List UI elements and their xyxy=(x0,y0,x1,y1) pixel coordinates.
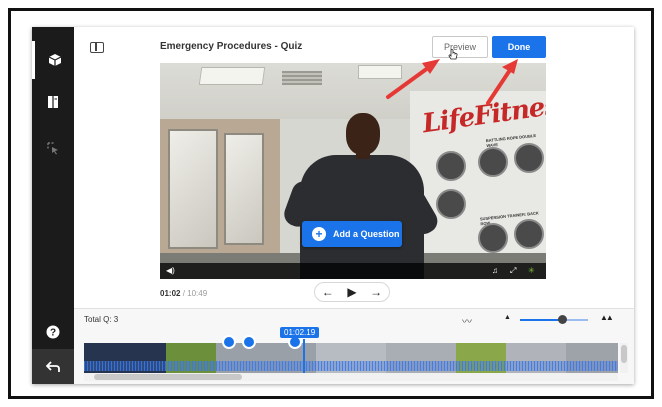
volume-icon[interactable]: ◀) xyxy=(166,266,175,275)
zoom-out-icon[interactable]: ▲ xyxy=(504,314,511,321)
video-scene xyxy=(478,147,508,177)
timeline-panel: Total Q: 3 〰 ▲ ▲▲ 01:02.19 xyxy=(74,308,634,384)
annotation-arrow-preview xyxy=(386,59,440,99)
fullscreen-icon[interactable]: ⤢ xyxy=(510,266,516,276)
video-scene xyxy=(168,129,218,249)
quiz-editor-window: ? Emergency Procedures - Quiz Preview Do… xyxy=(32,27,634,384)
time-display: 01:02 / 10:49 xyxy=(160,289,207,298)
add-question-label: Add a Question xyxy=(333,229,400,239)
add-question-button[interactable]: + Add a Question xyxy=(302,221,402,247)
timeline-filmstrip[interactable] xyxy=(84,343,618,373)
playhead[interactable] xyxy=(303,339,305,373)
annotation-arrows xyxy=(386,59,518,105)
previous-button[interactable]: ← xyxy=(322,285,334,299)
horizontal-scrollbar[interactable] xyxy=(84,373,618,381)
waveform-icon[interactable]: 〰 xyxy=(462,313,472,328)
plus-icon: + xyxy=(312,227,326,241)
annotation-arrow-done xyxy=(486,59,518,105)
question-marker[interactable] xyxy=(242,335,256,349)
video-scene xyxy=(224,133,264,245)
next-button[interactable]: → xyxy=(370,285,382,299)
video-controls-bar: ◀) ♫ ⤢ ✳ xyxy=(160,263,546,279)
help-icon: ? xyxy=(46,325,60,339)
scrollbar-thumb[interactable] xyxy=(621,345,627,363)
playback-navigation: ← ▶ → xyxy=(314,282,390,302)
video-scene xyxy=(436,151,466,181)
sidebar-item-back[interactable] xyxy=(32,349,74,384)
audio-waveform xyxy=(84,361,618,371)
video-scene xyxy=(514,143,544,173)
vertical-scrollbar[interactable] xyxy=(620,343,628,373)
current-time: 01:02 xyxy=(160,289,181,298)
playhead-time-badge: 01:02.19 xyxy=(280,327,320,338)
play-button[interactable]: ▶ xyxy=(347,285,356,299)
settings-icon[interactable]: ✳ xyxy=(528,266,535,275)
video-scene xyxy=(478,223,508,253)
video-scene xyxy=(436,189,466,219)
total-questions-label: Total Q: 3 xyxy=(84,315,119,324)
svg-text:?: ? xyxy=(50,328,56,339)
back-icon xyxy=(46,360,60,373)
sidebar-item-help[interactable]: ? xyxy=(32,313,74,351)
question-marker[interactable] xyxy=(222,335,236,349)
video-scene xyxy=(300,155,424,279)
video-scene xyxy=(514,219,544,249)
music-note-icon[interactable]: ♫ xyxy=(492,266,498,275)
zoom-in-icon[interactable]: ▲▲ xyxy=(600,313,614,322)
scrollbar-thumb[interactable] xyxy=(94,374,242,380)
total-time: / 10:49 xyxy=(182,289,208,298)
zoom-slider-thumb[interactable] xyxy=(558,315,567,324)
